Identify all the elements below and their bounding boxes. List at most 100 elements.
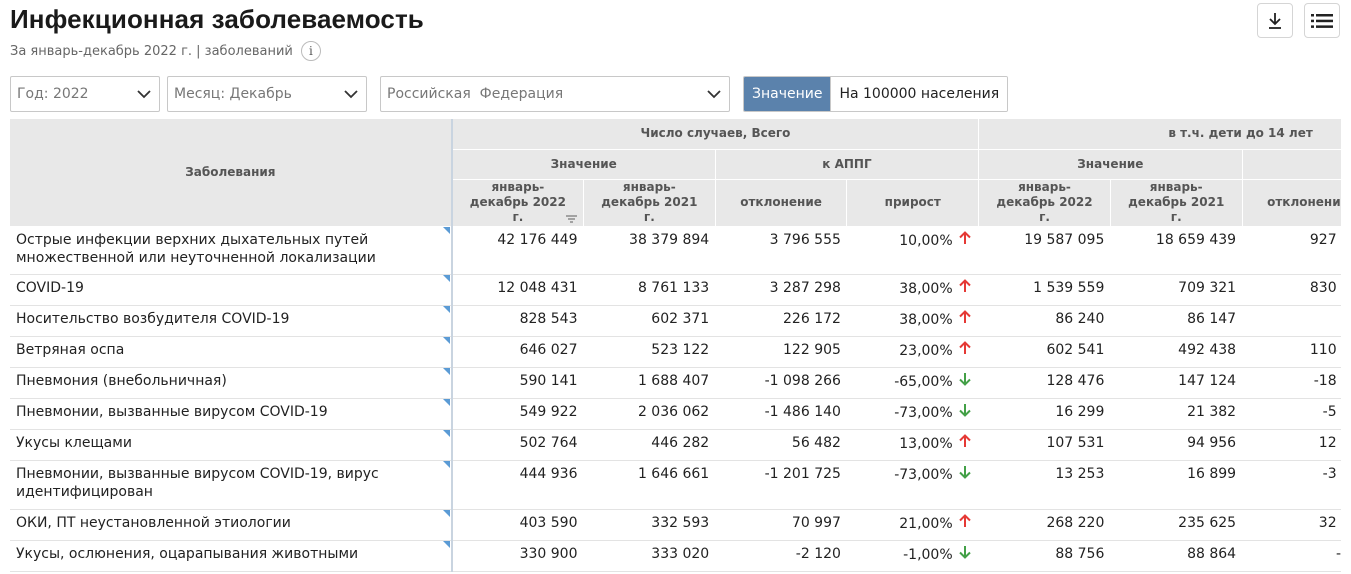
value-2022-cell: 549 922	[451, 398, 584, 430]
table-row[interactable]: Ветряная оспа 646 027 523 122 122 905 23,00%…	[10, 336, 1341, 368]
corner-marker-icon	[442, 274, 450, 282]
table-row[interactable]: COVID-19 12 048 431 8 761 133 3 287 298 38,0…	[10, 274, 1341, 306]
disease-name-cell[interactable]: Острые инфекции верхних дыхательных путе…	[10, 226, 453, 275]
disease-name: Укусы клещами	[16, 434, 132, 451]
children-value-2021-cell: 21 382	[1110, 398, 1243, 430]
chevron-down-icon	[344, 89, 358, 98]
mode-value-button[interactable]: Значение	[744, 77, 831, 111]
disease-name: Ветряная оспа	[16, 341, 125, 358]
disease-name-cell[interactable]: Пневмония (внебольничная)	[10, 367, 453, 399]
table-row[interactable]: ОКИ, ПТ неустановленной этиологии 403 590…	[10, 509, 1341, 541]
arrow-down-icon	[957, 465, 973, 484]
corner-marker-icon	[442, 305, 450, 313]
disease-name-cell[interactable]: Носительство возбудителя COVID-19	[10, 305, 453, 337]
children-deviation-cell: 32 595	[1242, 509, 1341, 541]
disease-name-cell[interactable]: COVID-19	[10, 274, 453, 306]
table-row[interactable]: Укусы клещами 502 764 446 282 56 482 13,00% 1…	[10, 429, 1341, 461]
corner-marker-icon	[442, 398, 450, 406]
list-view-button[interactable]	[1304, 3, 1340, 38]
disease-name-cell[interactable]: Пневмонии, вызванные вирусом COVID-19	[10, 398, 453, 430]
group-header-total: Число случаев, Всего	[451, 119, 980, 150]
value-2022-cell: 646 027	[451, 336, 584, 368]
year-select[interactable]: Год: 2022	[10, 76, 160, 112]
table-row[interactable]: Пневмония (внебольничная) 590 141 1 688 40…	[10, 367, 1341, 399]
corner-marker-icon	[442, 226, 450, 234]
region-select[interactable]: Российская Федерация	[380, 76, 730, 112]
arrow-up-icon	[957, 513, 973, 533]
value-2021-cell: 8 761 133	[583, 274, 716, 306]
arrow-down-icon	[957, 545, 973, 564]
page-title: Инфекционная заболеваемость	[10, 4, 424, 34]
col-header-2022[interactable]: январь-декабрь 2022 г.	[451, 179, 584, 227]
download-button[interactable]	[1257, 3, 1293, 38]
children-deviation-cell: -18 648	[1242, 367, 1341, 399]
corner-marker-icon	[442, 509, 450, 517]
growth-value: 38,00%	[899, 311, 953, 328]
disease-name-cell[interactable]: Укусы клещами	[10, 429, 453, 461]
arrow-up-icon	[957, 230, 973, 250]
children-deviation-cell: 110 103	[1242, 336, 1341, 368]
disease-name-cell[interactable]: Пневмонии, вызванные вирусом COVID-19, в…	[10, 460, 453, 510]
growth-cell: 38,00%	[846, 305, 979, 337]
children-value-2022-cell: 268 220	[978, 509, 1111, 541]
col-header-children-2022[interactable]: январь-декабрь 2022 г.	[978, 179, 1111, 227]
disease-name: Укусы, ослюнения, оцарапывания животными	[16, 545, 359, 562]
value-2022-cell: 12 048 431	[451, 274, 584, 306]
table-row[interactable]: Пневмонии, вызванные вирусом COVID-19, в…	[10, 460, 1341, 510]
children-value-2021-cell: 94 956	[1110, 429, 1243, 461]
value-2021-cell: 1 688 407	[583, 367, 716, 399]
col-header-growth[interactable]: прирост	[846, 179, 980, 227]
growth-cell: 38,00%	[846, 274, 979, 306]
table-row[interactable]: Острые инфекции верхних дыхательных путе…	[10, 226, 1341, 275]
info-icon[interactable]: i	[300, 41, 321, 61]
corner-marker-icon	[442, 336, 450, 344]
value-2022-cell: 502 764	[451, 429, 584, 461]
disease-name-cell[interactable]: ОКИ, ПТ неустановленной этиологии	[10, 509, 453, 541]
arrow-up-icon	[957, 433, 973, 453]
col-header-children-2021-label: январь-декабрь 2021 г.	[1128, 180, 1225, 224]
deviation-cell: -1 201 725	[715, 460, 847, 510]
corner-marker-icon	[442, 429, 450, 437]
table-row[interactable]: Укусы, ослюнения, оцарапывания животными…	[10, 540, 1341, 572]
children-value-2021-cell: 235 625	[1110, 509, 1243, 541]
col-header-children-2021[interactable]: январь-декабрь 2021 г.	[1110, 179, 1243, 227]
children-value-2022-cell: 88 756	[978, 540, 1111, 572]
value-2022-cell: 590 141	[451, 367, 584, 399]
data-table-container[interactable]: Заболевания Число случаев, Всего в т.ч. …	[10, 119, 1341, 574]
value-2021-cell: 332 593	[583, 509, 716, 541]
children-value-2022-cell: 13 253	[978, 460, 1111, 510]
growth-value: 21,00%	[899, 515, 953, 532]
table-row[interactable]: Носительство возбудителя COVID-19 828 543…	[10, 305, 1341, 337]
children-deviation-cell: 12 575	[1242, 429, 1341, 461]
children-value-2021-cell: 88 864	[1110, 540, 1243, 572]
growth-value: -73,00%	[894, 404, 953, 421]
table-row[interactable]: Пневмонии, вызванные вирусом COVID-19 549…	[10, 398, 1341, 430]
sort-icon[interactable]	[565, 214, 577, 223]
growth-value: 23,00%	[899, 342, 953, 359]
subgroup-header-value: Значение	[451, 149, 716, 180]
month-select-value: Месяц: Декабрь	[174, 86, 292, 102]
disease-name-cell[interactable]: Укусы, ослюнения, оцарапывания животными	[10, 540, 453, 572]
growth-value: 10,00%	[899, 232, 953, 249]
children-value-2022-cell: 1 539 559	[978, 274, 1111, 306]
region-select-value: Российская Федерация	[387, 86, 564, 102]
value-2022-cell: 828 543	[451, 305, 584, 337]
disease-name: Острые инфекции верхних дыхательных путе…	[16, 231, 376, 266]
disease-name-cell[interactable]: Ветряная оспа	[10, 336, 453, 368]
corner-marker-icon	[442, 367, 450, 375]
col-header-disease[interactable]: Заболевания	[10, 119, 453, 227]
disease-name: Носительство возбудителя COVID-19	[16, 310, 290, 327]
value-2022-cell: 403 590	[451, 509, 584, 541]
col-header-children-deviation[interactable]: отклонение	[1242, 179, 1341, 227]
month-select[interactable]: Месяц: Декабрь	[167, 76, 367, 112]
subtitle-text: За январь-декабрь 2022 г. | заболеваний	[10, 43, 293, 59]
growth-cell: -65,00%	[846, 367, 979, 399]
col-header-2021[interactable]: январь-декабрь 2021 г.	[583, 179, 716, 227]
children-deviation-cell: 927 656	[1242, 226, 1341, 275]
col-header-deviation[interactable]: отклонение	[715, 179, 848, 227]
growth-cell: -1,00%	[846, 540, 979, 572]
growth-cell: 21,00%	[846, 509, 979, 541]
children-value-2021-cell: 18 659 439	[1110, 226, 1243, 275]
mode-per100k-button[interactable]: На 100000 населения	[830, 77, 1008, 111]
growth-value: 13,00%	[899, 435, 953, 452]
